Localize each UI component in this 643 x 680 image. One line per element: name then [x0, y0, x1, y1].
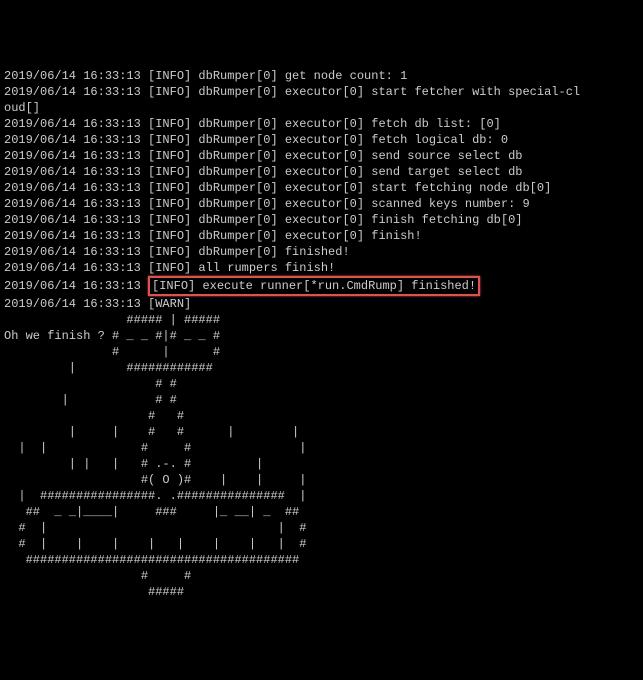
log-line: 2019/06/14 16:33:13 [INFO] dbRumper[0] e…	[4, 148, 639, 164]
log-line: 2019/06/14 16:33:13 [INFO] dbRumper[0] f…	[4, 244, 639, 260]
log-line: 2019/06/14 16:33:13 [INFO] all rumpers f…	[4, 260, 639, 276]
log-line: 2019/06/14 16:33:13 [INFO] dbRumper[0] e…	[4, 132, 639, 148]
log-line: 2019/06/14 16:33:13 [INFO] dbRumper[0] e…	[4, 180, 639, 196]
log-line-warn: 2019/06/14 16:33:13 [WARN]	[4, 296, 639, 312]
ascii-art: ##### | ##### Oh we finish ? # _ _ #|# _…	[4, 312, 639, 600]
log-line-highlighted: 2019/06/14 16:33:13 [INFO] execute runne…	[4, 276, 639, 296]
log-line: 2019/06/14 16:33:13 [INFO] dbRumper[0] e…	[4, 164, 639, 180]
log-line: 2019/06/14 16:33:13 [INFO] dbRumper[0] e…	[4, 212, 639, 228]
log-line: 2019/06/14 16:33:13 [INFO] dbRumper[0] e…	[4, 196, 639, 212]
highlight-box: [INFO] execute runner[*run.CmdRump] fini…	[148, 276, 480, 296]
log-line: 2019/06/14 16:33:13 [INFO] dbRumper[0] g…	[4, 68, 639, 84]
log-line: 2019/06/14 16:33:13 [INFO] dbRumper[0] e…	[4, 84, 639, 100]
log-line: 2019/06/14 16:33:13 [INFO] dbRumper[0] e…	[4, 228, 639, 244]
terminal-output: 2019/06/14 16:33:13 [INFO] dbRumper[0] g…	[4, 68, 639, 600]
log-line: 2019/06/14 16:33:13 [INFO] dbRumper[0] e…	[4, 116, 639, 132]
log-line: oud[]	[4, 100, 639, 116]
